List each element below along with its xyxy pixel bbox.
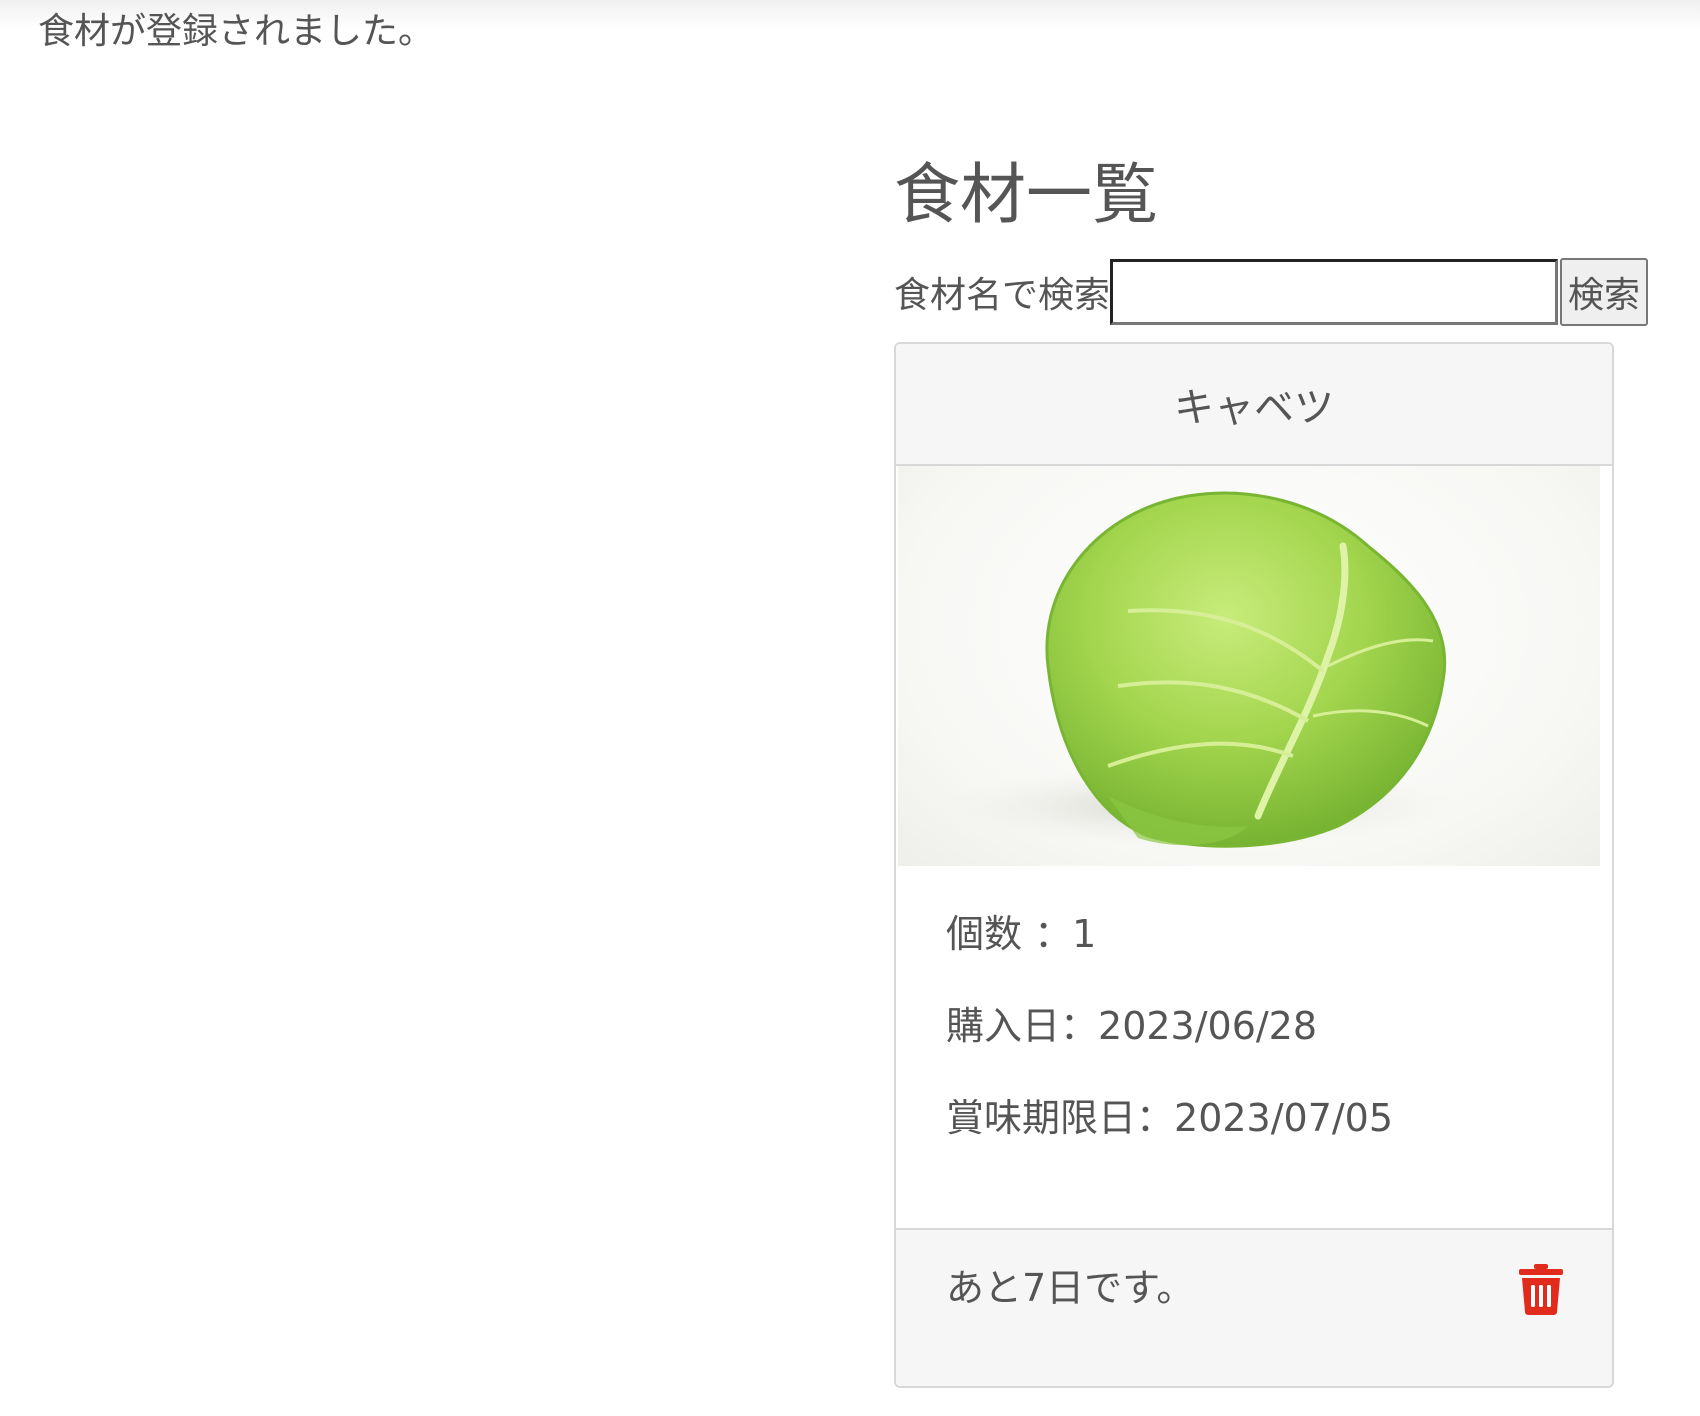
cabbage-image xyxy=(898,466,1600,866)
expiry-date-row: 賞味期限日：2023/07/05 xyxy=(946,1092,1612,1144)
purchase-date-label: 購入日： xyxy=(946,1004,1099,1048)
food-name: キャベツ xyxy=(896,344,1612,466)
search-label: 食材名で検索 xyxy=(894,275,1111,316)
expiry-date-label: 賞味期限日： xyxy=(946,1096,1175,1140)
cabbage-body xyxy=(1045,491,1447,848)
quantity-value: 1 xyxy=(1072,912,1097,956)
page-title: 食材一覧 xyxy=(894,156,1158,233)
food-card: キャベツ 個数 ：1 購入日：2023/06/28 賞味期限日：2023/07/… xyxy=(894,342,1614,1388)
purchase-date-value: 2023/06/28 xyxy=(1098,1004,1318,1048)
quantity-row: 個数 ：1 xyxy=(946,908,1612,960)
trash-icon[interactable] xyxy=(1518,1262,1564,1316)
flash-message: 食材が登録されました。 xyxy=(38,11,435,52)
search-form: 食材名で検索 検索 xyxy=(894,258,1649,326)
search-button[interactable]: 検索 xyxy=(1560,258,1649,326)
quantity-label: 個数 ： xyxy=(946,912,1073,956)
food-details: 個数 ：1 購入日：2023/06/28 賞味期限日：2023/07/05 xyxy=(896,908,1612,1266)
search-input[interactable] xyxy=(1110,259,1559,325)
card-footer: あと7日です。 xyxy=(896,1228,1612,1386)
days-remaining: あと7日です。 xyxy=(946,1266,1195,1310)
purchase-date-row: 購入日：2023/06/28 xyxy=(946,1000,1612,1052)
expiry-date-value: 2023/07/05 xyxy=(1174,1096,1394,1140)
